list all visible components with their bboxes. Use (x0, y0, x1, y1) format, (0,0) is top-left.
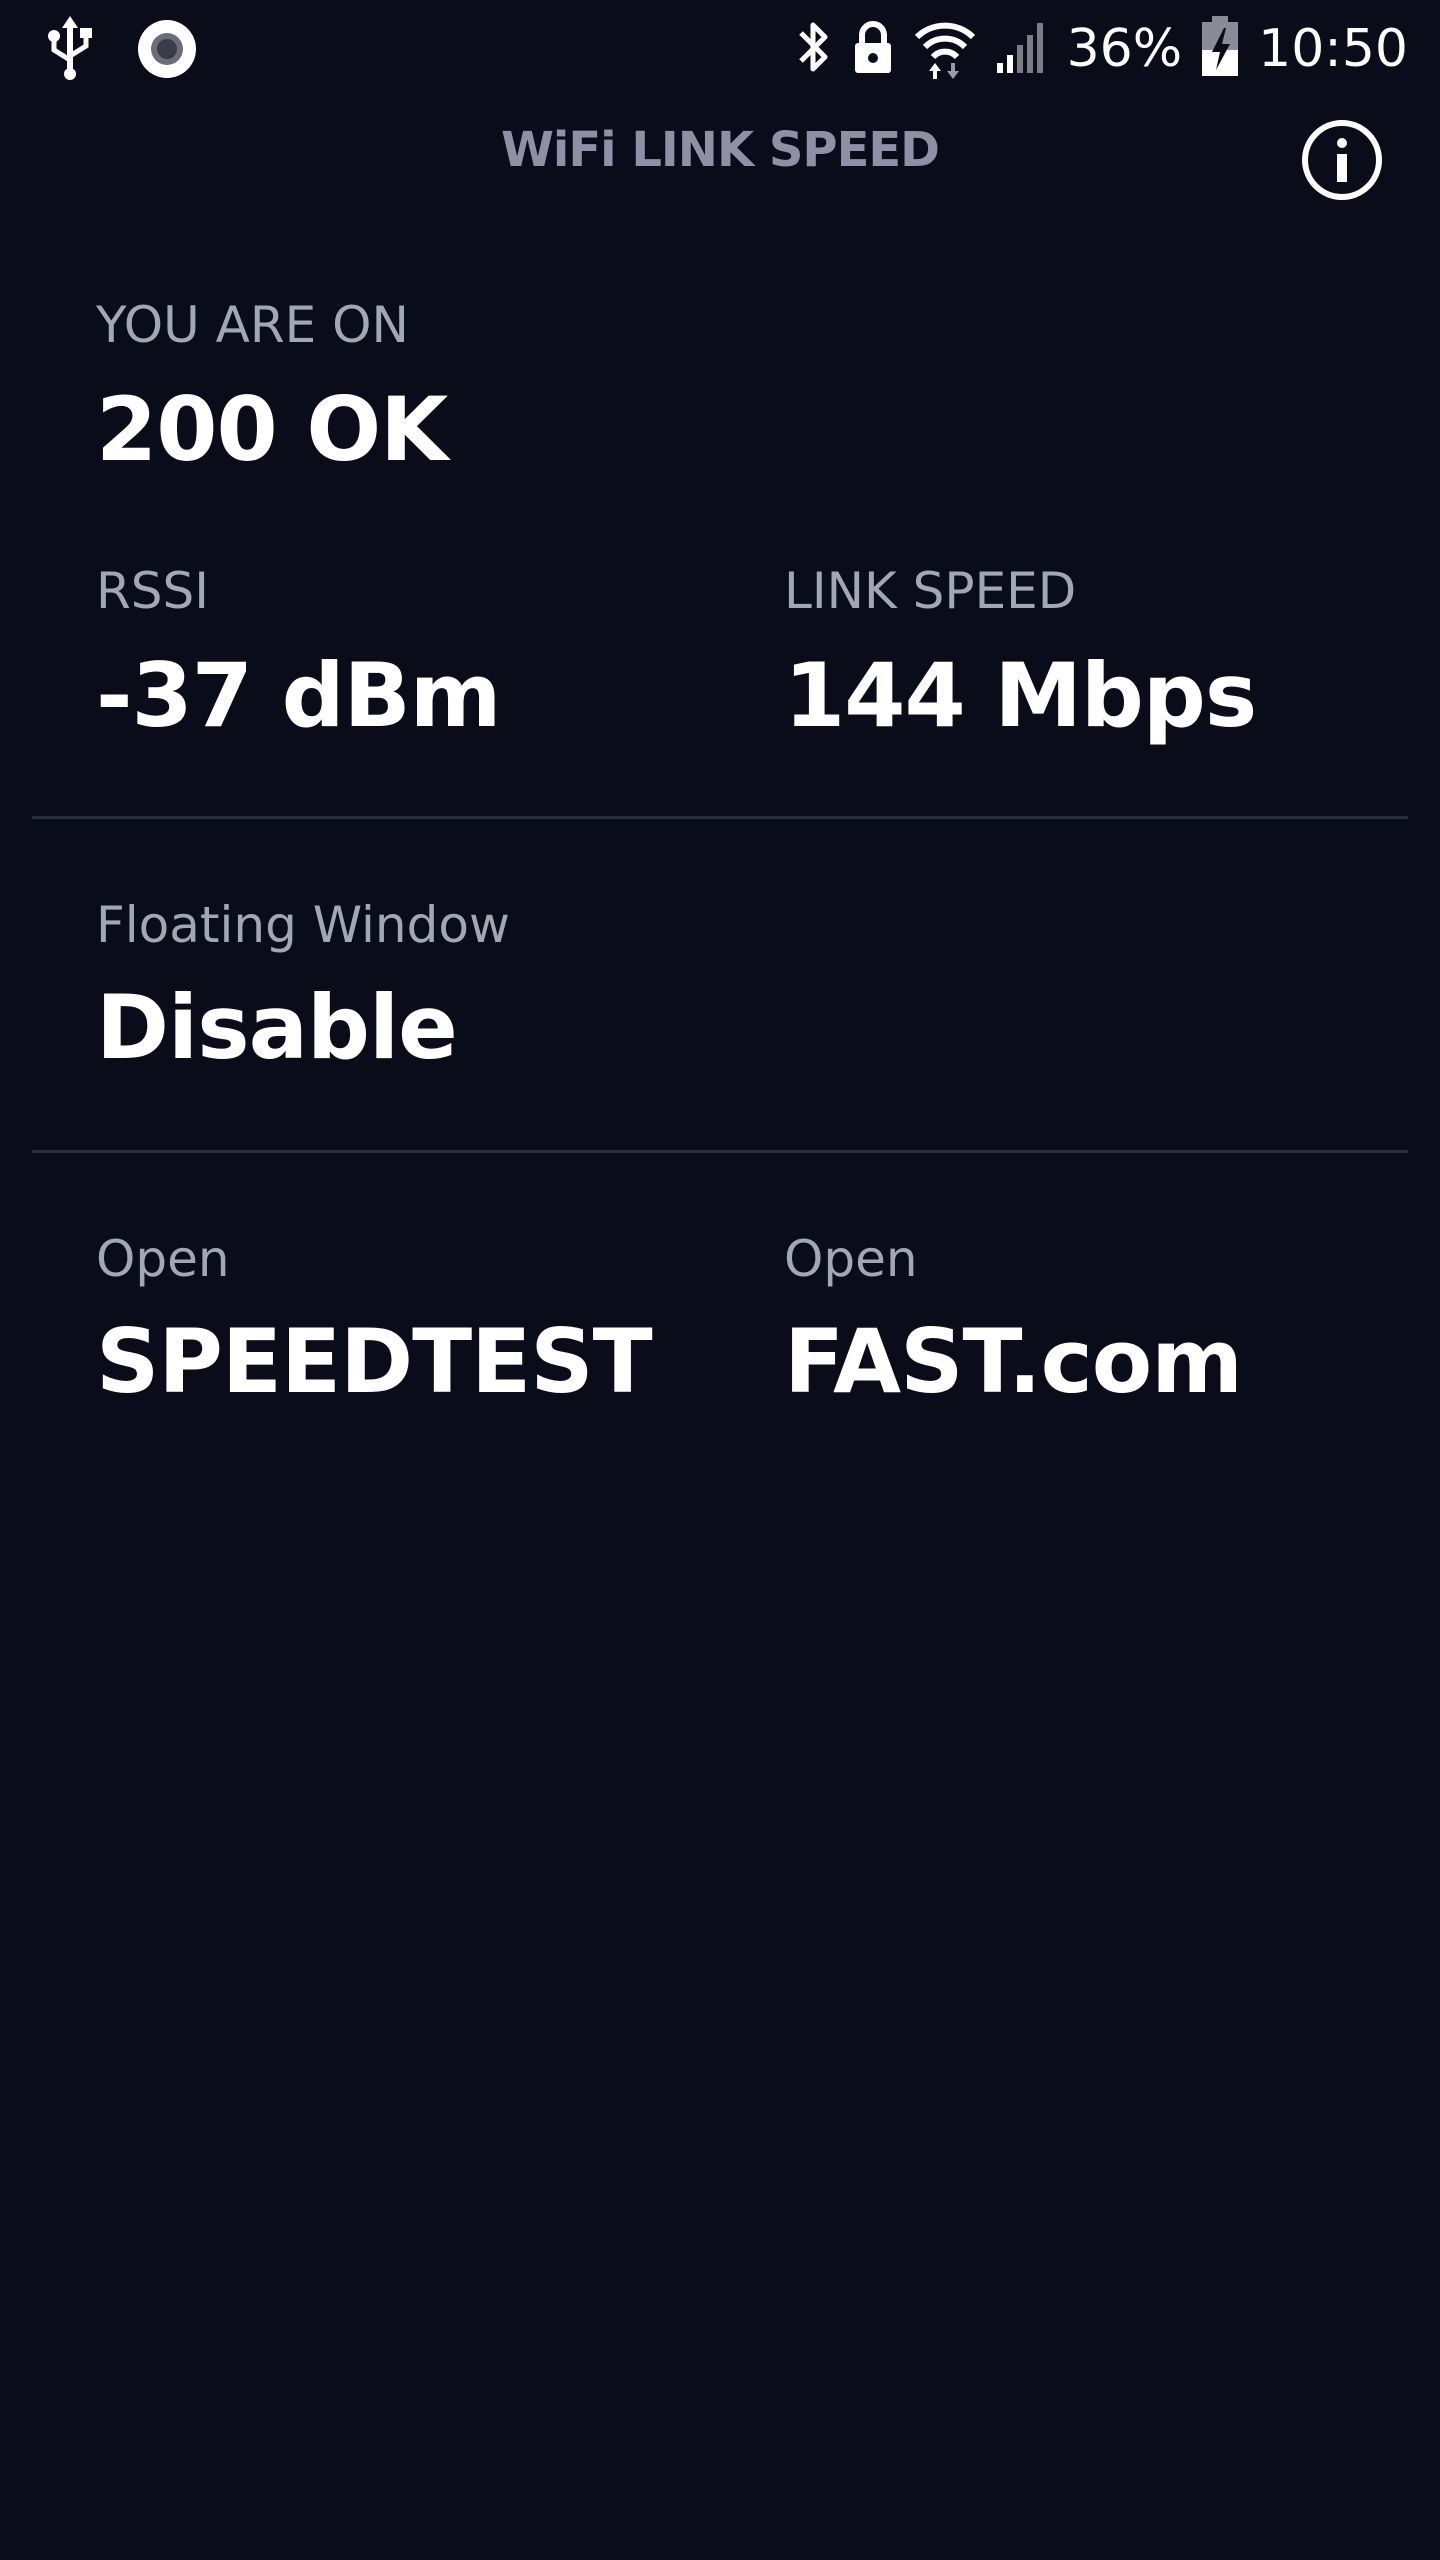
bluetooth-icon (793, 17, 833, 81)
fast-label: Open (784, 1230, 918, 1288)
speedtest-label: Open (96, 1230, 230, 1288)
status-bar-right: 36% 10:50 (793, 14, 1408, 84)
wifi-icon (913, 15, 977, 83)
floating-window-toggle[interactable]: Floating Window Disable (32, 830, 1408, 1150)
info-icon (1302, 120, 1382, 200)
battery-percent: 36% (1066, 19, 1183, 79)
status-time: 10:50 (1258, 19, 1408, 79)
divider (32, 1150, 1408, 1153)
rssi-label: RSSI (96, 562, 209, 620)
app-title: WiFi LINK SPEED (500, 122, 940, 178)
usb-icon (44, 16, 96, 84)
record-icon (136, 18, 198, 84)
fast-value: FAST.com (784, 1310, 1243, 1413)
network-ssid: 200 OK (96, 378, 448, 481)
lock-icon (851, 17, 895, 81)
battery-charging-icon (1200, 16, 1240, 82)
rssi-value: -37 dBm (96, 644, 501, 747)
divider (32, 816, 1408, 819)
cell-signal-icon (995, 19, 1049, 79)
open-speedtest-button[interactable]: Open SPEEDTEST (32, 1164, 720, 1464)
info-button[interactable] (1300, 118, 1384, 202)
status-bar: 36% 10:50 (0, 0, 1440, 96)
floating-window-label: Floating Window (96, 896, 510, 954)
open-fast-button[interactable]: Open FAST.com (720, 1164, 1408, 1464)
speedtest-value: SPEEDTEST (96, 1310, 653, 1413)
floating-window-value: Disable (96, 976, 458, 1079)
link-speed-label: LINK SPEED (784, 562, 1077, 620)
network-label: YOU ARE ON (96, 296, 409, 354)
screen: 36% 10:50 WiFi LINK SPEED YOU ARE ON 200… (0, 0, 1440, 2560)
link-speed-value: 144 Mbps (784, 644, 1257, 747)
